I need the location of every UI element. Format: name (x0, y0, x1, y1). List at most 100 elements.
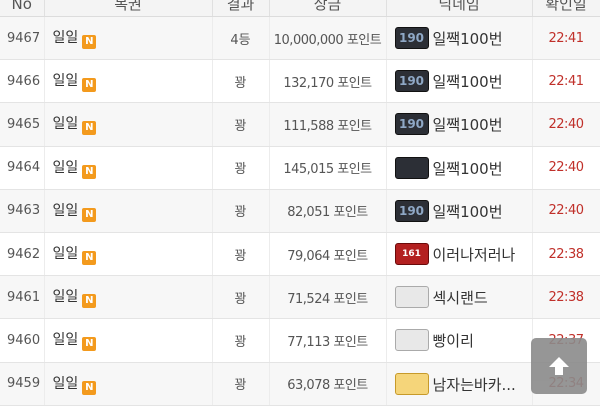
nickname-text[interactable]: 이러나저러나 (433, 246, 516, 264)
time-cell: 22:41 (532, 16, 600, 61)
lottery-name: 일일 (52, 30, 79, 47)
lottery-name: 일일 (52, 73, 79, 90)
header-confirm-time: 확인일 (532, 0, 600, 17)
row-number: 9467 (0, 16, 45, 61)
table-row[interactable]: 9464 일일 N 꽝 145,015 포인트 일짹100번 22:40 (0, 146, 600, 190)
prize-cell: 145,015 포인트 (269, 146, 387, 190)
time-cell: 22:40 (532, 102, 600, 147)
nickname-text[interactable]: 일짹100번 (433, 203, 503, 221)
lottery-cell: 일일 N (44, 146, 213, 190)
prize-cell: 111,588 포인트 (269, 102, 387, 147)
user-level-icon: 190 (394, 113, 429, 136)
nickname-text[interactable]: 일짹100번 (433, 73, 503, 91)
time-cell: 22:41 (532, 59, 600, 104)
result-cell: 꽝 (212, 362, 270, 406)
table-row[interactable]: 9461 일일 N 꽝 71,524 포인트 섹시랜드 22:38 (0, 275, 600, 320)
nickname-text[interactable]: 남자는바카... (433, 376, 516, 394)
header-result: 결과 (212, 0, 270, 17)
row-number: 9459 (0, 362, 45, 406)
lottery-name: 일일 (52, 246, 79, 263)
prize-cell: 10,000,000 포인트 (269, 16, 387, 61)
row-number: 9464 (0, 146, 45, 190)
result-cell: 4등 (212, 16, 270, 61)
lottery-cell: 일일 N (44, 275, 213, 320)
user-level-icon (394, 372, 429, 395)
result-cell: 꽝 (212, 59, 270, 104)
lottery-cell: 일일 N (44, 232, 213, 277)
time-cell: 22:38 (532, 275, 600, 320)
result-cell: 꽝 (212, 189, 270, 233)
table-row[interactable]: 9463 일일 N 꽝 82,051 포인트 190 일짹100번 22:40 (0, 189, 600, 233)
lottery-cell: 일일 N (44, 59, 213, 104)
row-number: 9465 (0, 102, 45, 147)
nickname-cell[interactable]: 190 일짹100번 (386, 59, 533, 104)
scroll-to-top-button[interactable] (531, 338, 587, 394)
table-row[interactable]: 9467 일일 N 4등 10,000,000 포인트 190 일짹100번 22:41 (0, 16, 600, 61)
time-cell: 22:40 (532, 146, 600, 190)
table-row[interactable]: 9465 일일 N 꽝 111,588 포인트 190 일짹100번 22:40 (0, 102, 600, 147)
user-level-icon (394, 329, 429, 352)
nickname-cell[interactable]: 190 일짹100번 (386, 16, 533, 61)
nickname-cell[interactable]: 빵이리 (386, 318, 533, 363)
nickname-text[interactable]: 일짹100번 (433, 30, 503, 48)
new-badge-icon: N (82, 35, 97, 50)
new-badge-icon: N (82, 121, 97, 136)
new-badge-icon: N (82, 294, 97, 309)
prize-cell: 79,064 포인트 (269, 232, 387, 277)
nickname-cell[interactable]: 섹시랜드 (386, 275, 533, 320)
row-number: 9461 (0, 275, 45, 320)
prize-cell: 132,170 포인트 (269, 59, 387, 104)
nickname-cell[interactable]: 190 일짹100번 (386, 102, 533, 147)
row-number: 9460 (0, 318, 45, 363)
nickname-cell[interactable]: 190 일짹100번 (386, 189, 533, 233)
nickname-cell[interactable]: 남자는바카... (386, 362, 533, 406)
prize-cell: 71,524 포인트 (269, 275, 387, 320)
row-number: 9462 (0, 232, 45, 277)
prize-cell: 63,078 포인트 (269, 362, 387, 406)
nickname-text[interactable]: 빵이리 (433, 332, 474, 350)
header-nickname: 닉네임 (386, 0, 533, 17)
prize-cell: 77,113 포인트 (269, 318, 387, 363)
time-cell: 22:38 (532, 232, 600, 277)
lottery-name: 일일 (52, 202, 79, 219)
nickname-cell[interactable]: 161 이러나저러나 (386, 232, 533, 277)
result-cell: 꽝 (212, 275, 270, 320)
lottery-cell: 일일 N (44, 16, 213, 61)
lottery-cell: 일일 N (44, 189, 213, 233)
nickname-text[interactable]: 일짹100번 (433, 116, 503, 134)
lottery-cell: 일일 N (44, 318, 213, 363)
lottery-name: 일일 (52, 289, 79, 306)
lottery-cell: 일일 N (44, 362, 213, 406)
nickname-text[interactable]: 섹시랜드 (433, 289, 488, 307)
header-lottery: 복권 (44, 0, 213, 17)
new-badge-icon: N (82, 380, 97, 395)
new-badge-icon: N (82, 251, 97, 266)
row-number: 9466 (0, 59, 45, 104)
user-level-icon: 190 (394, 70, 429, 93)
new-badge-icon: N (82, 78, 97, 93)
prize-cell: 82,051 포인트 (269, 189, 387, 233)
time-cell: 22:40 (532, 189, 600, 233)
user-level-icon (394, 286, 429, 309)
nickname-text[interactable]: 일짹100번 (433, 160, 503, 178)
lottery-results-table: No 복권 결과 상금 닉네임 확인일 9467 일일 N 4등 10,000,000 … (0, 0, 600, 406)
user-level-icon (394, 156, 429, 179)
user-level-icon: 190 (394, 199, 429, 222)
table-row[interactable]: 9460일일N꽝77,113 포인트빵이리22:37 (0, 318, 600, 363)
lottery-cell: 일일 N (44, 102, 213, 147)
arrow-up-icon (549, 357, 569, 375)
user-level-icon: 161 (394, 243, 429, 266)
table-row[interactable]: 9462 일일 N 꽝 79,064 포인트 161 이러나저러나 22:38 (0, 232, 600, 277)
table-row[interactable]: 9459일일N꽝63,078 포인트남자는바카...22:34 (0, 362, 600, 406)
table-header-row: No 복권 결과 상금 닉네임 확인일 (0, 0, 600, 17)
header-no: No (0, 0, 45, 17)
lottery-name: 일일 (52, 332, 79, 349)
new-badge-icon: N (82, 164, 97, 179)
table-row[interactable]: 9466 일일 N 꽝 132,170 포인트 190 일짹100번 22:41 (0, 59, 600, 104)
result-cell: 꽝 (212, 102, 270, 147)
nickname-cell[interactable]: 일짹100번 (386, 146, 533, 190)
result-cell: 꽝 (212, 232, 270, 277)
new-badge-icon: N (82, 337, 97, 352)
new-badge-icon: N (82, 207, 97, 222)
header-prize: 상금 (269, 0, 387, 17)
